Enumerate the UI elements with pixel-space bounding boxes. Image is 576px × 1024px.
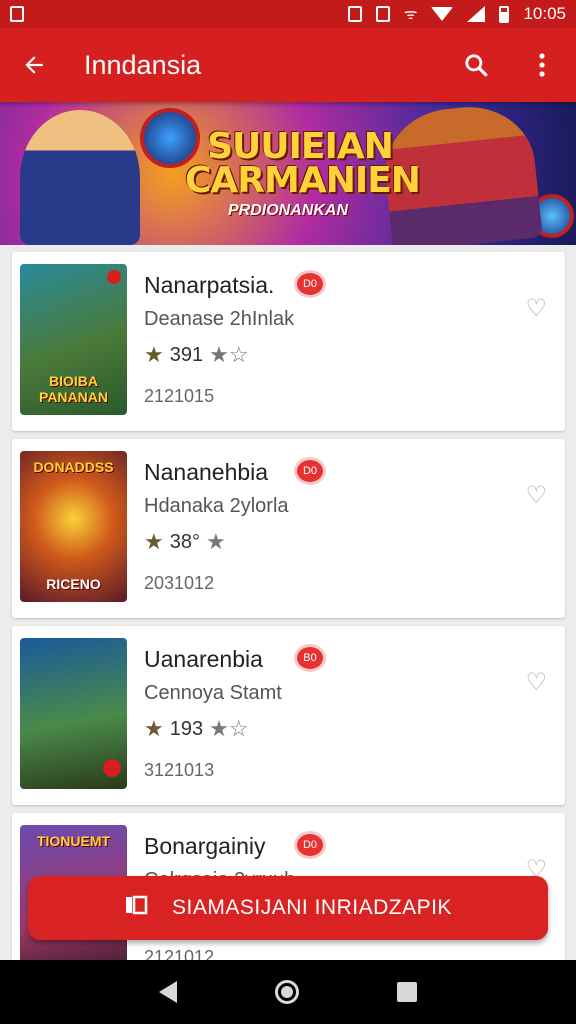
system-nav-bar [0, 960, 576, 1024]
thumb-badge [107, 270, 121, 284]
install-button[interactable]: SIAMASIJANI INRIADZAPIK [28, 876, 548, 940]
status-time: 10:05 [523, 4, 566, 23]
back-arrow-icon[interactable] [18, 49, 50, 81]
page-title: Inndansia [84, 49, 202, 80]
star-icon: ★ [144, 342, 164, 367]
app-name: Nanarpatsia. [144, 272, 275, 298]
banner-title: SUUIEIAN CARMANIEN [185, 126, 421, 201]
star-icon: ★ [144, 716, 164, 741]
book-icon [124, 894, 150, 922]
app-date: 3121013 [144, 760, 215, 780]
app-badge: D0 [294, 270, 326, 298]
list-item[interactable]: DONADDSS RICENO Nananehbia D0 Hdanaka 2y… [12, 439, 565, 618]
star-icon: ★ [144, 529, 164, 554]
star-icon: ★☆ [209, 342, 249, 367]
heart-outline-icon[interactable]: ♡ [525, 668, 547, 697]
signal-icon [467, 6, 486, 22]
star-icon: ★ [205, 529, 226, 554]
app-date: 2121015 [144, 386, 215, 406]
app-badge: D0 [294, 831, 326, 859]
banner-hero-left [20, 110, 140, 245]
install-button-label: SIAMASIJANI INRIADZAPIK [172, 896, 452, 919]
app-developer: Hdanaka 2ylorla [144, 495, 289, 517]
app-name: Bonargainiy [144, 833, 266, 859]
thumb-label: BIOIBA PANANAN [39, 373, 108, 405]
app-badge: B0 [294, 644, 326, 672]
app-name: Uanarenbia [144, 646, 263, 672]
heart-outline-icon[interactable]: ♡ [525, 294, 547, 323]
star-icon: ★☆ [209, 716, 249, 741]
vibrate-icon [347, 6, 362, 22]
sd-card-icon [375, 6, 390, 22]
battery-icon [499, 5, 510, 23]
promo-banner[interactable]: SUUIEIAN CARMANIEN PRDIONANKAN [0, 102, 576, 245]
more-vert-icon[interactable] [526, 49, 558, 81]
list-item[interactable]: Uanarenbia B0 Cennoya Stamt ★ 193 ★☆ 312… [12, 626, 565, 805]
app-developer: Cennoya Stamt [144, 682, 282, 704]
heart-outline-icon[interactable]: ♡ [525, 481, 547, 510]
rating-value: 391 [169, 343, 204, 366]
status-bar: ᯤ 10:05 [0, 0, 576, 28]
app-rating: ★ 38° ★ [144, 529, 226, 555]
app-thumbnail: BIOIBA PANANAN [20, 264, 127, 415]
app-badge: D0 [294, 457, 326, 485]
app-thumbnail [20, 638, 127, 789]
nav-back-icon[interactable] [159, 981, 177, 1003]
rating-value: 38° [169, 530, 200, 553]
app-rating: ★ 193 ★☆ [144, 716, 249, 742]
status-icons: ᯤ 10:05 [347, 4, 566, 24]
search-icon[interactable] [460, 49, 492, 81]
thumb-top-label: DONADDSS [33, 459, 114, 475]
sim-icon [10, 6, 24, 22]
app-name: Nananehbia [144, 459, 269, 485]
app-developer: Deanase 2hInlak [144, 308, 295, 330]
thumb-badge [103, 759, 121, 777]
data-icon: ᯤ [403, 6, 418, 23]
app-thumbnail: DONADDSS RICENO [20, 451, 127, 602]
thumb-label: RICENO [46, 576, 101, 592]
app-bar: Inndansia [0, 28, 576, 102]
app-rating: ★ 391 ★☆ [144, 342, 249, 368]
app-date: 2031012 [144, 573, 215, 593]
wifi-icon [431, 7, 454, 21]
thumb-label: TIONUEMT [36, 833, 111, 849]
nav-home-icon[interactable] [275, 980, 299, 1004]
rating-value: 193 [169, 717, 204, 740]
nav-recents-icon[interactable] [397, 982, 417, 1002]
list-item[interactable]: BIOIBA PANANAN Nanarpatsia. D0 Deanase 2… [12, 252, 565, 431]
banner-subtitle: PRDIONANKAN [228, 202, 348, 219]
